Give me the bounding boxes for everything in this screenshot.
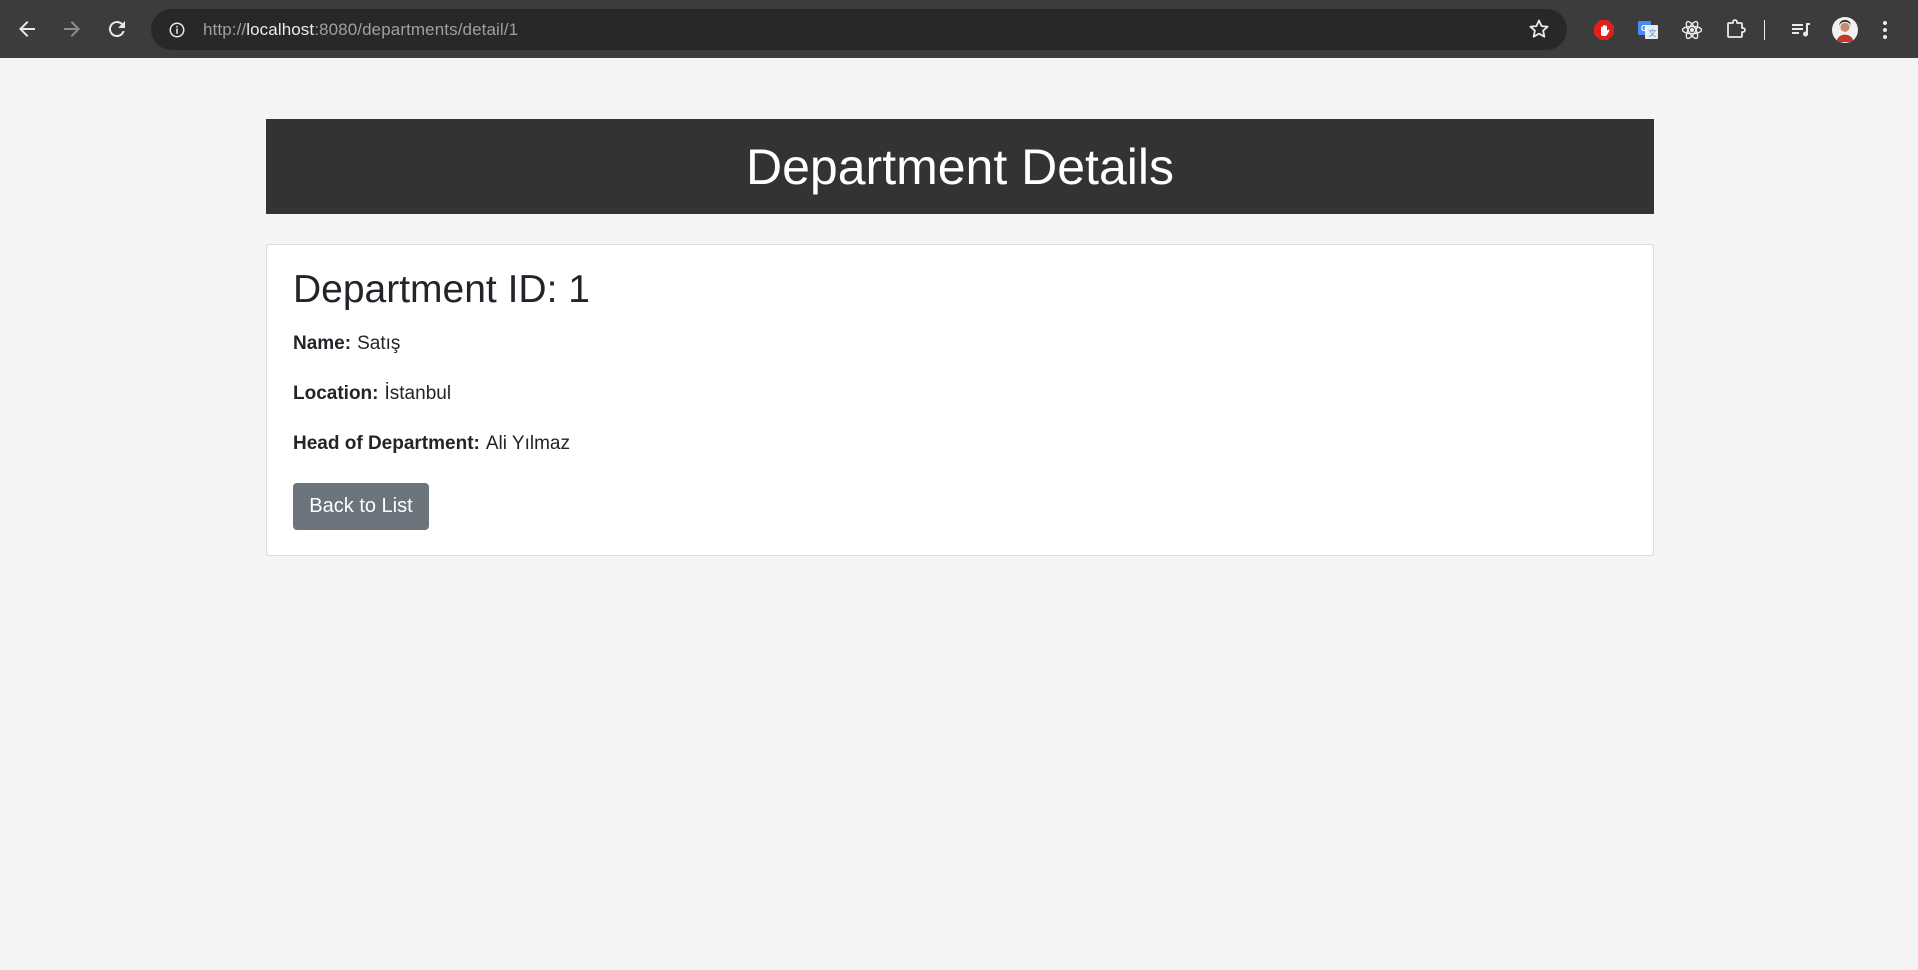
- url-scheme: http://: [203, 19, 247, 39]
- extensions-puzzle-icon[interactable]: [1714, 9, 1758, 50]
- address-bar[interactable]: http://localhost:8080/departments/detail…: [151, 9, 1567, 50]
- forward-icon[interactable]: [51, 8, 93, 50]
- profile-avatar[interactable]: [1823, 9, 1867, 50]
- toolbar-separator: [1764, 19, 1765, 40]
- page-title: Department Details: [746, 138, 1174, 195]
- adblock-extension-icon[interactable]: [1582, 9, 1626, 50]
- url-text: http://localhost:8080/departments/detail…: [203, 20, 518, 40]
- svg-text:文: 文: [1649, 28, 1657, 38]
- department-id-heading: Department ID: 1: [293, 268, 590, 311]
- reload-icon[interactable]: [96, 8, 138, 50]
- browser-toolbar: http://localhost:8080/departments/detail…: [0, 0, 1918, 58]
- svg-text:G: G: [1641, 24, 1647, 33]
- site-info-icon[interactable]: [165, 18, 189, 42]
- location-field: Location: İstanbul: [293, 369, 1627, 419]
- react-devtools-icon[interactable]: [1670, 9, 1714, 50]
- url-path: :8080/departments/detail/1: [314, 19, 519, 39]
- media-controls-icon[interactable]: [1779, 9, 1823, 50]
- back-icon[interactable]: [6, 8, 48, 50]
- page-header: Department Details: [266, 119, 1654, 214]
- extensions-area: G文: [1582, 9, 1903, 50]
- avatar: [1832, 16, 1858, 43]
- url-host: localhost: [246, 19, 315, 39]
- head-of-department-value: Ali Yılmaz: [485, 433, 570, 454]
- name-field: Name: Satış: [293, 319, 1627, 369]
- location-value: İstanbul: [384, 383, 452, 404]
- bookmark-star-icon[interactable]: [1527, 17, 1551, 41]
- name-value: Satış: [357, 333, 401, 354]
- head-of-department-label: Head of Department:: [293, 433, 480, 454]
- browser-menu-icon[interactable]: [1867, 9, 1903, 50]
- name-label: Name:: [293, 333, 352, 354]
- location-label: Location:: [293, 383, 379, 404]
- head-of-department-field: Head of Department: Ali Yılmaz: [293, 419, 1627, 469]
- back-to-list-button[interactable]: Back to List: [293, 483, 429, 530]
- translate-extension-icon[interactable]: G文: [1626, 9, 1670, 50]
- department-card: Department ID: 1 Name: Satış Location: İ…: [266, 244, 1654, 556]
